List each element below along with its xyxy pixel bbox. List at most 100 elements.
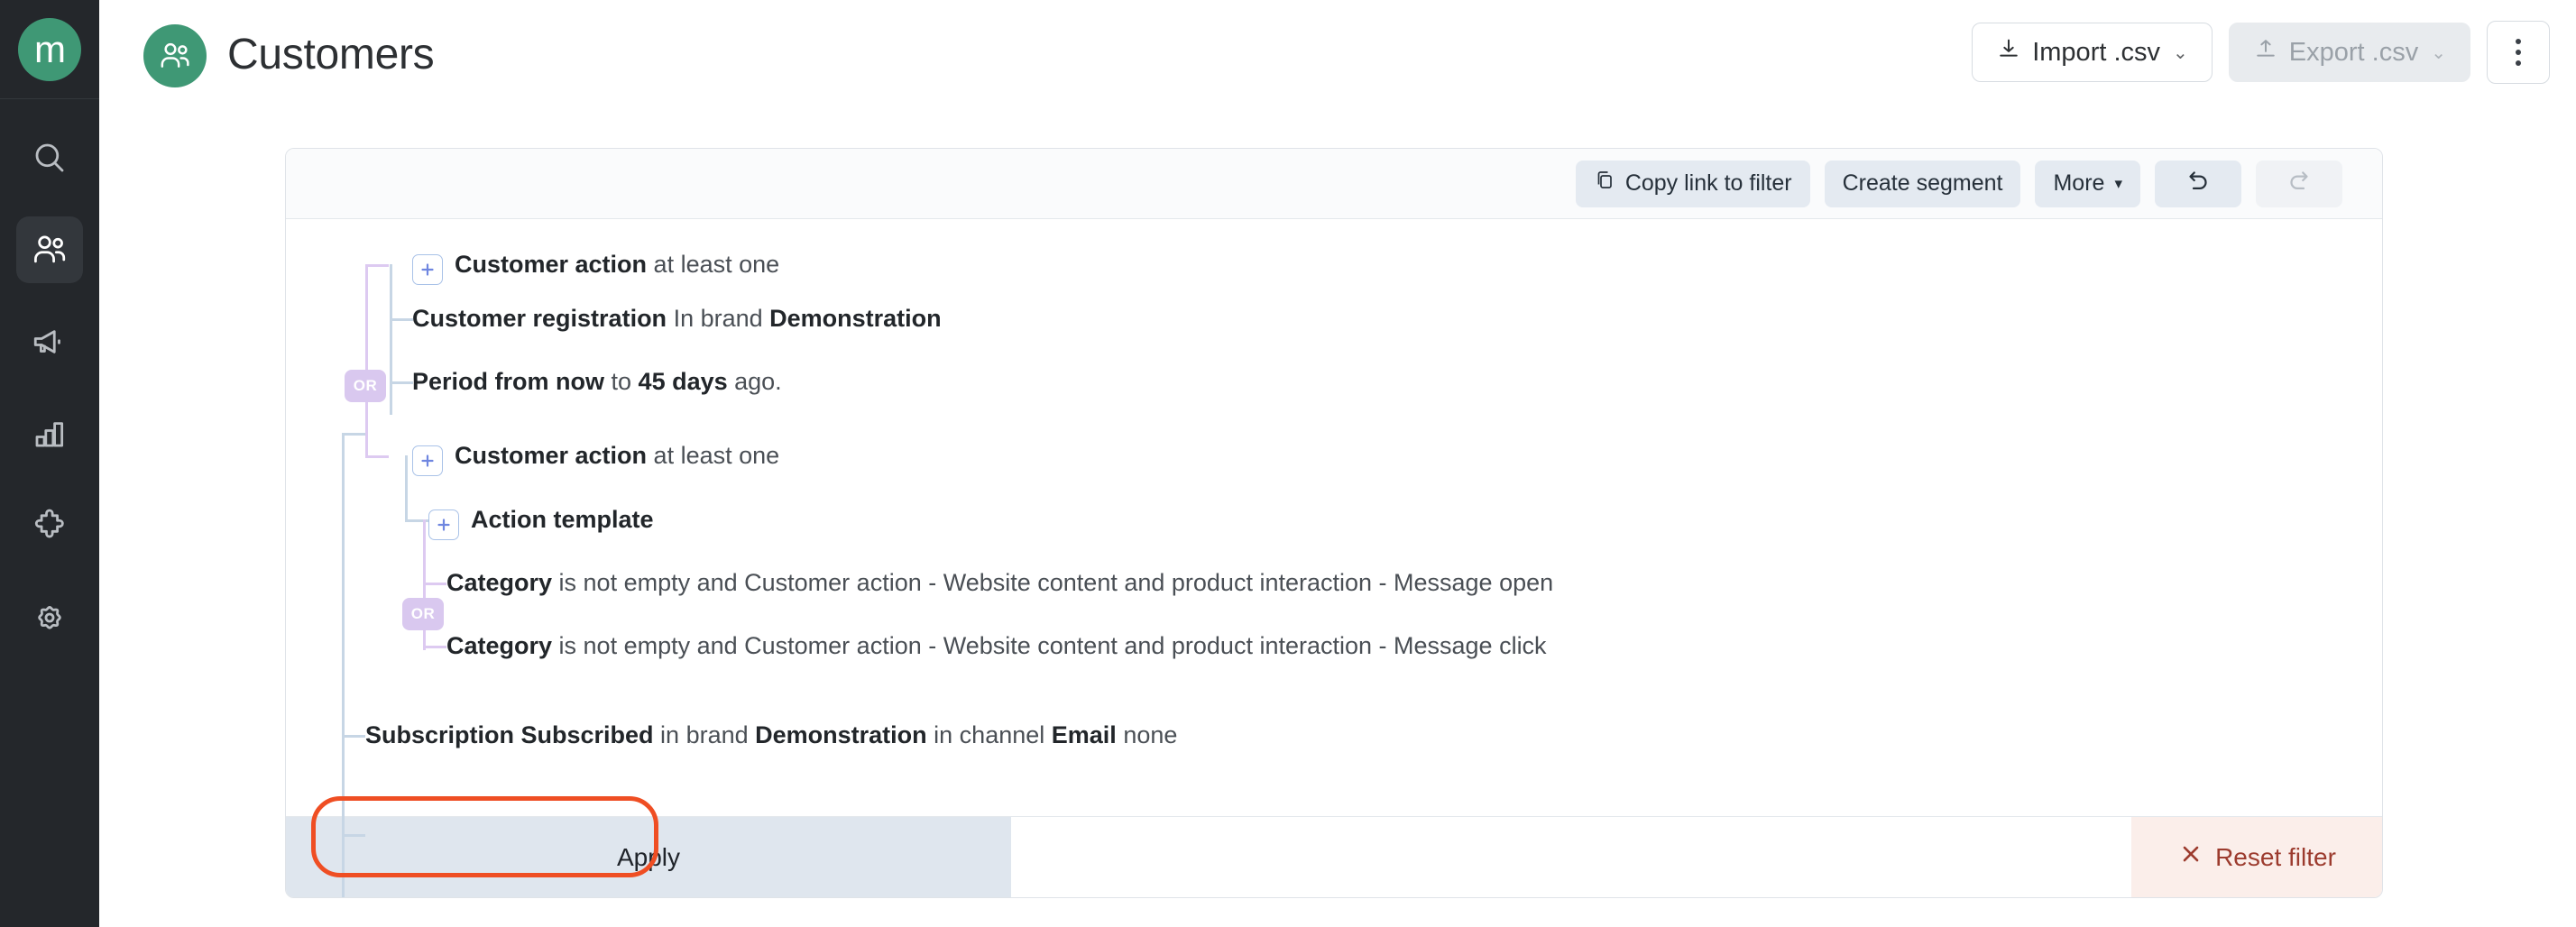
sidebar-item-search[interactable] [16, 124, 83, 191]
row-bold: Customer action [455, 442, 648, 469]
row-bold: Action template [471, 506, 654, 533]
copy-link-to-filter-button[interactable]: Copy link to filter [1575, 160, 1810, 207]
reset-filter-button[interactable]: Reset filter [2131, 817, 2382, 897]
sidebar-item-settings[interactable] [16, 584, 83, 651]
row-bold-3: Email [1051, 721, 1117, 748]
row-bold: Period from now [412, 368, 605, 395]
megaphone-icon [31, 323, 69, 361]
import-csv-label: Import .csv [2032, 37, 2161, 67]
tree-line-root-top-stub [342, 433, 365, 436]
brand-logo-letter: m [34, 27, 66, 70]
puzzle-icon [31, 507, 69, 545]
brand-logo[interactable]: m [18, 17, 81, 81]
condition-row-action-template[interactable]: Action template [428, 504, 654, 540]
tree-line-group1-row1 [365, 264, 389, 267]
sidebar-item-integrations[interactable] [16, 492, 83, 559]
tree-line-branch2-spine [405, 455, 408, 522]
close-icon [2179, 842, 2203, 872]
or-badge-group2: OR [402, 598, 444, 630]
or-badge-group1: OR [345, 370, 386, 402]
row-bold: Category [446, 569, 553, 596]
tree-line-branch1-period [390, 381, 413, 384]
row-bold: Customer action [455, 251, 648, 278]
create-segment-label: Create segment [1842, 170, 2003, 196]
tree-line-branch1-registration [390, 318, 413, 321]
expand-plus-icon[interactable] [412, 254, 443, 285]
row-bold-2: Demonstration [755, 721, 927, 748]
apply-label: Apply [616, 842, 681, 871]
row-rest: is not empty and Customer action - Websi… [552, 569, 1554, 596]
more-dropdown-label: More [2053, 170, 2105, 196]
more-options-button[interactable] [2487, 21, 2550, 84]
undo-icon [2185, 167, 2212, 200]
users-icon [30, 230, 69, 270]
page-header: Customers Import .csv ⌄ Export .csv ⌄ [99, 0, 2576, 99]
row-rest-2: in channel [926, 721, 1052, 748]
chevron-down-icon: ⌄ [2431, 42, 2446, 63]
condition-row-subscription[interactable]: Subscription Subscribed in brand Demonst… [365, 720, 1177, 750]
undo-button[interactable] [2155, 160, 2241, 207]
gear-icon [31, 599, 69, 637]
row-rest: is not empty and Customer action - Websi… [552, 632, 1547, 659]
row-rest: to [604, 368, 639, 395]
sidebar-item-customers[interactable] [16, 216, 83, 283]
row-bold-2: 45 days [638, 368, 728, 395]
row-rest: in brand [653, 721, 756, 748]
redo-icon [2286, 167, 2313, 200]
footer-spacer [1011, 817, 2131, 897]
condition-row-category-message-click[interactable]: Category is not empty and Customer actio… [446, 630, 1547, 661]
row-bold: Subscription Subscribed [365, 721, 654, 748]
row-bold: Customer registration [412, 305, 667, 332]
export-csv-label: Export .csv [2288, 37, 2419, 67]
condition-row-customer-action-1[interactable]: Customer action at least one [412, 249, 779, 285]
condition-row-category-message-open[interactable]: Category is not empty and Customer actio… [446, 567, 1553, 598]
filter-toolbar: Copy link to filter Create segment More … [286, 149, 2382, 219]
expand-plus-icon[interactable] [412, 445, 443, 476]
tree-line-subscription-stub [342, 735, 365, 738]
row-rest-3: none [1116, 721, 1178, 748]
reset-filter-label: Reset filter [2215, 842, 2336, 871]
redo-button[interactable] [2256, 160, 2342, 207]
tree-line-group2-click [423, 646, 446, 648]
tree-line-group1-row4 [365, 455, 389, 458]
sidebar: m [0, 0, 99, 927]
page-users-icon [143, 24, 207, 87]
condition-row-customer-registration[interactable]: Customer registration In brand Demonstra… [412, 303, 942, 334]
row-rest-2: ago. [727, 368, 782, 395]
tree-line-email-stub [342, 834, 365, 837]
row-rest: at least one [647, 251, 780, 278]
create-segment-button[interactable]: Create segment [1824, 160, 2021, 207]
filter-footer: Apply Reset filter [286, 816, 2382, 897]
search-icon [31, 139, 69, 177]
sidebar-item-analytics[interactable] [16, 400, 83, 467]
page-title: Customers [227, 31, 435, 78]
row-bold-2: Demonstration [769, 305, 942, 332]
upload-icon [2253, 36, 2278, 69]
condition-row-customer-action-2[interactable]: Customer action at least one [412, 440, 779, 476]
apply-button[interactable]: Apply [286, 817, 1011, 897]
tree-line-root-spine [342, 433, 345, 897]
chevron-down-icon: ⌄ [2173, 42, 2188, 63]
tree-line-group1-spine [365, 264, 368, 458]
expand-plus-icon[interactable] [428, 509, 459, 540]
condition-row-period[interactable]: Period from now to 45 days ago. [412, 366, 782, 397]
sidebar-item-campaigns[interactable] [16, 308, 83, 375]
tree-line-group2-open [423, 583, 446, 585]
filter-condition-tree: OR OR Customer action at least one Custo… [286, 219, 2382, 897]
bar-chart-icon [31, 415, 69, 453]
import-csv-button[interactable]: Import .csv ⌄ [1972, 23, 2213, 82]
copy-link-to-filter-label: Copy link to filter [1624, 170, 1792, 196]
row-rest: In brand [667, 305, 770, 332]
more-dropdown-button[interactable]: More ▾ [2035, 160, 2140, 207]
caret-down-icon: ▾ [2114, 174, 2122, 192]
header-actions: Import .csv ⌄ Export .csv ⌄ [1972, 21, 2550, 84]
export-csv-button[interactable]: Export .csv ⌄ [2228, 23, 2470, 82]
filter-panel: Copy link to filter Create segment More … [285, 148, 2383, 898]
download-icon [1996, 36, 2021, 69]
copy-icon [1594, 170, 1615, 197]
tree-line-branch1-spine [390, 264, 392, 415]
row-rest: at least one [647, 442, 780, 469]
brand-logo-wrap: m [0, 0, 99, 99]
more-vertical-icon [2516, 36, 2521, 69]
row-bold: Category [446, 632, 553, 659]
